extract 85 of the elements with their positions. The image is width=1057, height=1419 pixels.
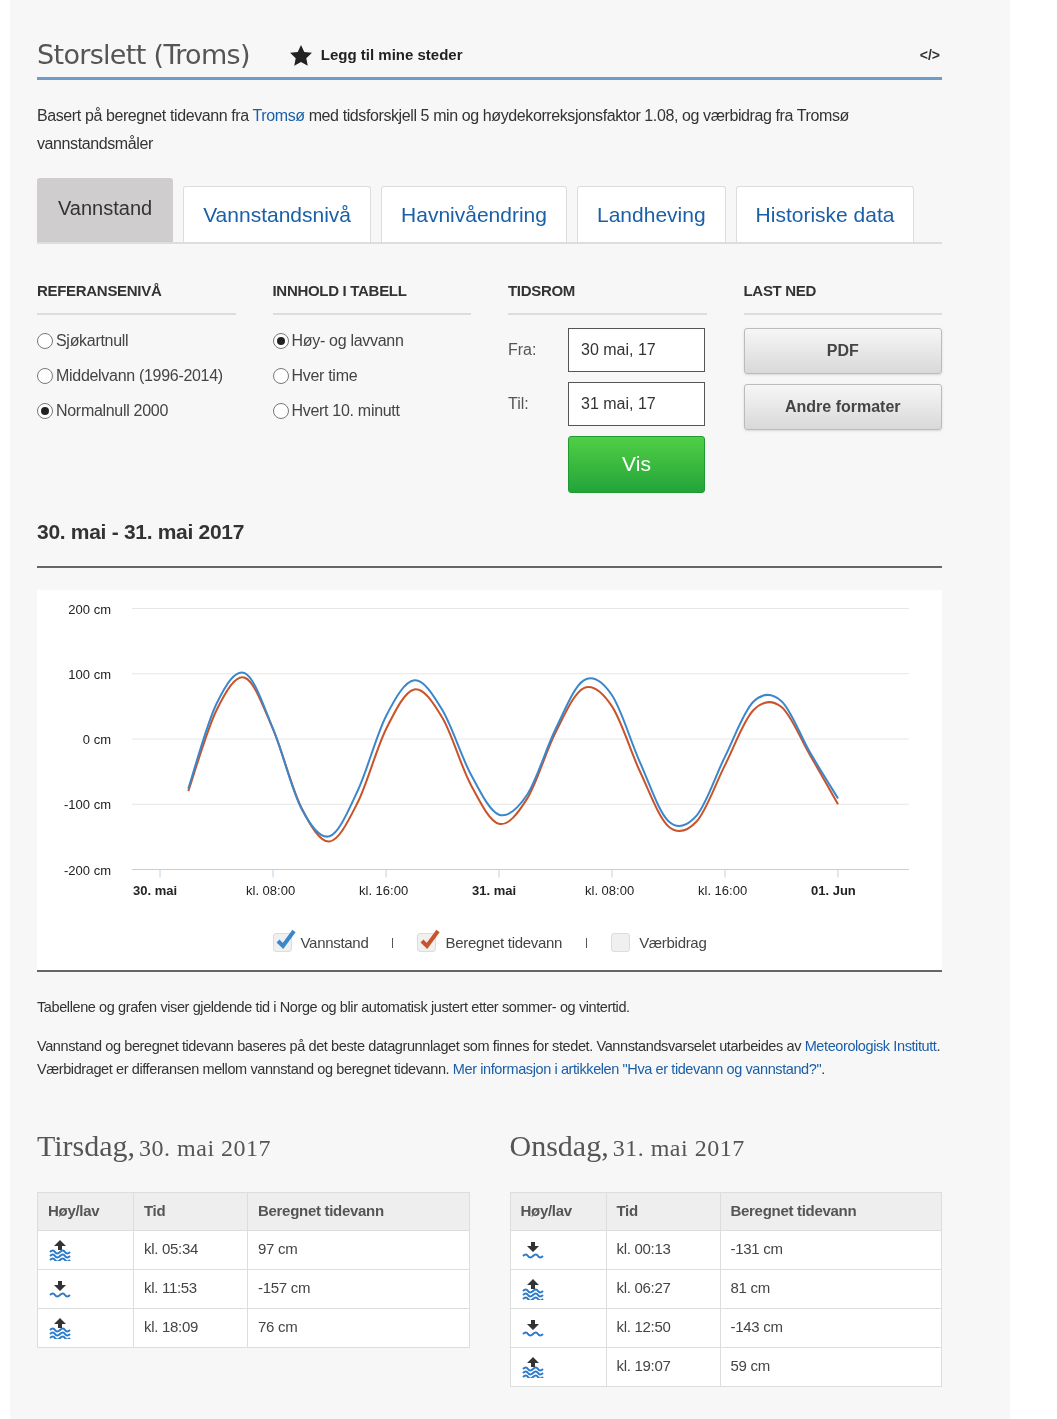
link[interactable]: Tromsø (252, 107, 305, 124)
legend-item[interactable]: Vannstand (272, 931, 369, 954)
field-label: Fra: (508, 339, 538, 360)
tab[interactable]: Havnivåendring (381, 186, 567, 242)
download-button[interactable]: Andre formater (743, 383, 942, 430)
table-cell: 59 cm (720, 1347, 942, 1386)
high-tide-icon (48, 1316, 72, 1339)
section-heading: INNHOLD I TABELL (272, 280, 471, 315)
column-header: Tid (606, 1192, 720, 1230)
tab[interactable]: Historiske data (735, 186, 915, 242)
high-tide-icon (520, 1277, 545, 1300)
radio-option[interactable]: Sjøkartnull (37, 328, 236, 353)
x-tick-label: 31. mai (472, 882, 517, 897)
table-cell: kl. 00:13 (606, 1230, 720, 1269)
y-tick-label: 0 cm (82, 731, 111, 747)
tab[interactable]: Vannstandsnivå (183, 186, 372, 242)
radio-option[interactable]: Middelvann (1996-2014) (37, 363, 236, 388)
table-cell: 76 cm (247, 1308, 469, 1347)
x-tick-label: kl. 08:00 (585, 882, 635, 897)
x-tick-label: kl. 16:00 (698, 882, 748, 897)
field-label: Til: (508, 393, 530, 414)
table-cell: 97 cm (247, 1230, 469, 1269)
legend-item[interactable]: Beregnet tidevann (417, 931, 563, 954)
column-header: Beregnet tidevann (247, 1192, 469, 1230)
y-tick-label: -100 cm (64, 796, 111, 812)
date-field[interactable]: 31 mai, 17 (568, 381, 705, 426)
low-tide-icon (48, 1279, 72, 1298)
y-tick-label: 100 cm (68, 666, 111, 682)
table-cell: kl. 12:50 (606, 1308, 720, 1347)
radio-option[interactable]: Hvert 10. minutt (272, 398, 471, 423)
high-tide-icon (48, 1238, 72, 1261)
table-cell: -143 cm (720, 1308, 942, 1347)
legend-item[interactable]: Værbidrag (611, 931, 707, 954)
chart-title: 30. mai - 31. mai 2017 (37, 516, 942, 568)
checkbox[interactable] (611, 933, 631, 953)
download-button[interactable]: PDF (743, 327, 942, 374)
low-tide-icon (520, 1318, 545, 1337)
column-header: Tid (133, 1192, 248, 1230)
x-tick-label: kl. 08:00 (246, 882, 296, 897)
day-heading: Onsdag,31. mai 2017 (509, 1127, 746, 1164)
y-tick-label: -200 cm (64, 862, 111, 877)
table-cell: kl. 19:07 (606, 1347, 720, 1386)
section-heading: LAST NED (743, 280, 942, 315)
y-tick-label: 200 cm (68, 601, 111, 616)
link[interactable]: Meteorologisk Institutt (804, 1037, 937, 1054)
radio-button[interactable] (37, 367, 53, 384)
section-heading: TIDSROM (508, 280, 707, 315)
link[interactable]: Mer informasjon i artikkelen "Hva er tidevann og vannstand?" (452, 1060, 822, 1077)
column-header: Høy/lav (510, 1192, 606, 1230)
tab[interactable]: Landheving (577, 186, 726, 242)
add-favorite-button[interactable]: Legg til mine steder (289, 44, 463, 67)
radio-option[interactable]: Høy- og lavvann (272, 328, 471, 353)
section-heading: REFERANSENIVÅ (37, 280, 236, 315)
star-icon (289, 45, 312, 66)
date-field[interactable]: 30 mai, 17 (568, 327, 705, 372)
low-tide-icon (520, 1240, 545, 1259)
tab[interactable]: Vannstand (37, 178, 174, 242)
x-tick-label: 01. Jun (811, 882, 856, 897)
day-heading: Tirsdag,30. mai 2017 (37, 1127, 273, 1164)
radio-button[interactable] (37, 402, 53, 419)
high-tide-icon (520, 1355, 545, 1378)
radio-option[interactable]: Normalnull 2000 (37, 398, 236, 423)
embed-link[interactable]: </> (919, 45, 940, 66)
table-cell: kl. 05:34 (133, 1230, 248, 1269)
x-tick-label: 30. mai (133, 882, 178, 897)
radio-button[interactable] (272, 332, 289, 349)
radio-button[interactable] (272, 367, 289, 384)
radio-button[interactable] (37, 332, 53, 349)
paragraph: Tabellene og grafen viser gjeldende tid i Norge og blir automatisk justert etter sommer- og vintertid. (37, 997, 631, 1017)
column-header: Høy/lav (37, 1192, 134, 1230)
table-cell: 81 cm (720, 1269, 942, 1308)
table-cell: kl. 06:27 (606, 1269, 720, 1308)
legend-label: Beregnet tidevann (445, 932, 563, 953)
x-tick-label: kl. 16:00 (359, 882, 409, 897)
column-header: Beregnet tidevann (720, 1192, 942, 1230)
paragraph: Vannstand og beregnet tidevann baseres på det beste datagrunnlaget som finnes for stedet. Vannstandsvarselet utarbeides av Meteorologisk Institutt. Værbidraget er differansen mellom vannstand og beregnet tidevann. Mer informasjon i artikkelen "Hva er tidevann og vannstand?". (37, 1036, 942, 1079)
radio-option[interactable]: Hver time (272, 363, 471, 388)
table-cell: kl. 18:09 (133, 1308, 248, 1347)
radio-button[interactable] (272, 402, 289, 419)
paragraph: Basert på beregnet tidevann fra Tromsø med tidsforskjell 5 min og høydekorreksjonsfaktor 1.08, og værbidrag fra Tromsø vannstandsmåler (37, 106, 850, 154)
table-cell: kl. 11:53 (133, 1269, 248, 1308)
legend-label: Vannstand (300, 932, 369, 953)
page-title: Storslett (Troms) (37, 38, 250, 73)
table-cell: -131 cm (720, 1230, 942, 1269)
table-cell: -157 cm (247, 1269, 469, 1308)
